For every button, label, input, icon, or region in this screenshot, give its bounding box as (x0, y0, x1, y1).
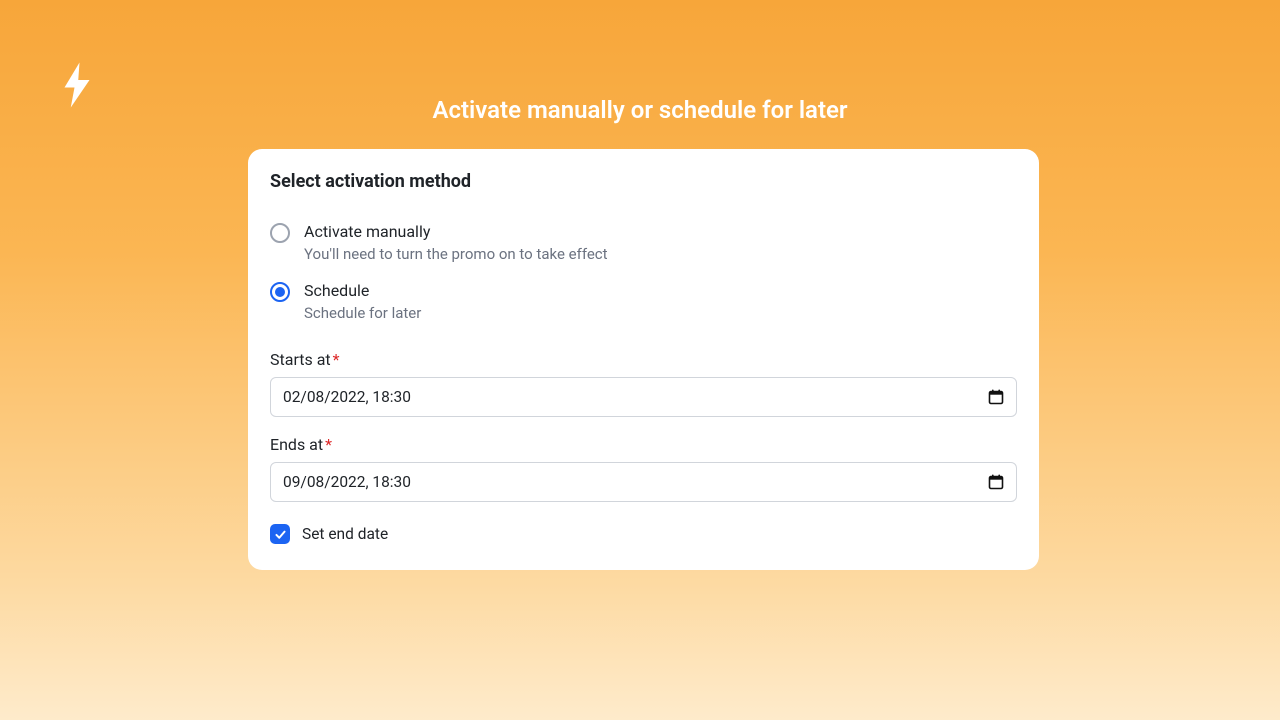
radio-description: You'll need to turn the promo on to take… (304, 245, 608, 263)
card-heading: Select activation method (270, 171, 1017, 192)
radio-description: Schedule for later (304, 304, 421, 322)
radio-circle-icon (270, 223, 290, 243)
radio-label: Activate manually (304, 222, 608, 241)
radio-circle-selected-icon (270, 282, 290, 302)
ends-at-value: 09/08/2022, 18:30 (283, 473, 411, 491)
ends-at-label: Ends at* (270, 435, 1017, 454)
calendar-icon (988, 474, 1004, 490)
page-title: Activate manually or schedule for later (0, 96, 1280, 124)
checkbox-checked-icon (270, 524, 290, 544)
ends-at-input[interactable]: 09/08/2022, 18:30 (270, 462, 1017, 502)
starts-at-label: Starts at* (270, 350, 1017, 369)
required-marker: * (325, 435, 332, 454)
activation-card: Select activation method Activate manual… (248, 149, 1039, 570)
radio-label: Schedule (304, 281, 421, 300)
radio-activate-manually[interactable]: Activate manually You'll need to turn th… (270, 222, 1017, 263)
starts-at-input[interactable]: 02/08/2022, 18:30 (270, 377, 1017, 417)
checkbox-label: Set end date (302, 525, 388, 543)
required-marker: * (333, 350, 340, 369)
starts-at-value: 02/08/2022, 18:30 (283, 388, 411, 406)
radio-schedule[interactable]: Schedule Schedule for later (270, 281, 1017, 322)
set-end-date-checkbox[interactable]: Set end date (270, 524, 1017, 544)
calendar-icon (988, 389, 1004, 405)
